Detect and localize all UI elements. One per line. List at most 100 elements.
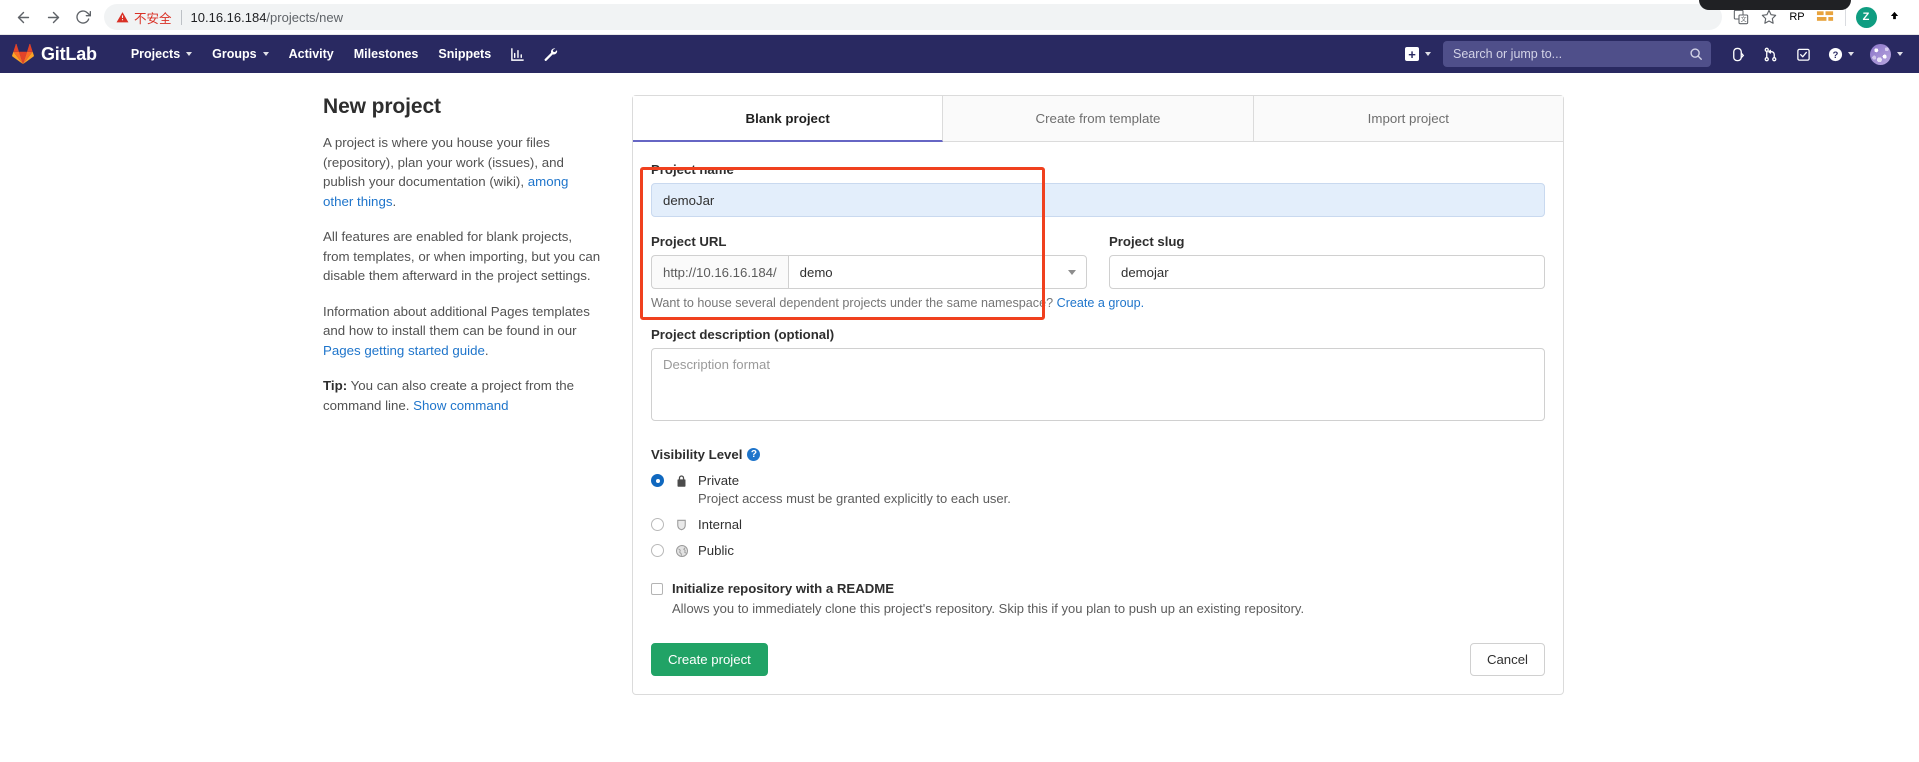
- visibility-private-row: Private: [651, 473, 1545, 488]
- project-name-input[interactable]: [651, 183, 1545, 217]
- admin-wrench-icon[interactable]: [534, 39, 567, 70]
- insecure-warning-icon: [116, 11, 129, 24]
- tab-blank-project[interactable]: Blank project: [633, 96, 944, 142]
- url-host: 10.16.16.184: [190, 9, 267, 25]
- gitlab-tanuki-logo-icon: [12, 43, 34, 65]
- nav-item-activity[interactable]: Activity: [279, 38, 344, 70]
- chevron-down-icon: [262, 52, 269, 56]
- extensions-divider: [1845, 8, 1846, 26]
- nav-item-milestones[interactable]: Milestones: [344, 38, 429, 70]
- search-input[interactable]: Search or jump to...: [1443, 41, 1711, 67]
- search-input-placeholder: Search or jump to...: [1453, 47, 1563, 61]
- lock-icon: [675, 474, 690, 488]
- radio-public[interactable]: [651, 544, 664, 557]
- form-actions: Create project Cancel: [651, 643, 1545, 676]
- nav-item-projects-label: Projects: [130, 47, 181, 61]
- user-menu-button[interactable]: [1862, 40, 1909, 69]
- chevron-down-icon: [1425, 52, 1431, 56]
- create-project-button[interactable]: Create project: [651, 643, 768, 676]
- url-path: /projects/new: [266, 9, 344, 25]
- initialize-readme-group: Initialize repository with a README Allo…: [651, 581, 1545, 616]
- question-mark-icon[interactable]: ?: [747, 448, 761, 461]
- analytics-chart-icon[interactable]: [501, 39, 534, 70]
- readme-description: Allows you to immediately clone this pro…: [672, 601, 1305, 616]
- visibility-internal-row: Internal: [651, 517, 1545, 532]
- pages-getting-started-guide-link[interactable]: Pages getting started guide: [323, 343, 485, 358]
- visibility-option-private[interactable]: Private Project access must be granted e…: [651, 473, 1545, 506]
- readme-checkbox-row[interactable]: Initialize repository with a README: [651, 581, 1545, 596]
- visibility-internal-name: Internal: [698, 517, 742, 532]
- project-url-prefix: http://10.16.16.184/: [651, 255, 788, 289]
- url-slug-row: Project URL http://10.16.16.184/ demo Pr…: [651, 234, 1545, 289]
- readme-checkbox[interactable]: [651, 582, 663, 595]
- gitlab-home-link[interactable]: GitLab: [12, 43, 97, 65]
- visibility-private-description: Project access must be granted explicitl…: [698, 491, 1011, 506]
- page-title: New project: [323, 95, 441, 118]
- updater-extension-icon[interactable]: [1881, 4, 1907, 30]
- insecure-warning-text: 不安全: [134, 11, 172, 26]
- help-menu-button[interactable]: ?: [1820, 41, 1862, 68]
- visibility-public-row: Public: [651, 543, 1545, 558]
- visibility-private-name: Private: [698, 473, 740, 488]
- page-content: New project A project is where you house…: [0, 73, 1919, 762]
- nav-item-snippets-label: Snippets: [438, 47, 492, 61]
- nav-item-groups[interactable]: Groups: [202, 38, 278, 70]
- project-type-tabs: Blank project Create from template Impor…: [633, 96, 1563, 142]
- radio-private[interactable]: [651, 474, 664, 487]
- nav-item-activity-label: Activity: [288, 47, 334, 61]
- show-command-link[interactable]: Show command: [413, 398, 508, 413]
- chevron-down-icon: [1897, 52, 1903, 56]
- nav-item-projects[interactable]: Projects: [121, 38, 202, 70]
- namespace-help-text-prefix: Want to house several dependent projects…: [651, 296, 1057, 310]
- project-url-group: Project URL http://10.16.16.184/ demo: [651, 234, 1087, 289]
- namespace-help-text: Want to house several dependent projects…: [651, 296, 1545, 310]
- create-new-button[interactable]: +: [1397, 41, 1439, 67]
- project-description-group: Project description (optional): [651, 327, 1545, 426]
- help-circle-icon: ?: [1828, 47, 1843, 61]
- search-icon: [1690, 48, 1702, 60]
- readme-label: Initialize repository with a README: [672, 581, 895, 596]
- project-slug-label: Project slug: [1109, 234, 1185, 249]
- reload-icon[interactable]: [68, 2, 98, 32]
- todos-icon[interactable]: [1787, 41, 1820, 68]
- address-bar-url: 10.16.16.184/projects/new: [191, 10, 344, 25]
- visibility-public-name: Public: [698, 543, 734, 558]
- gitlab-navbar-right: + Search or jump to... ?: [1397, 40, 1909, 69]
- create-a-group-link[interactable]: Create a group.: [1057, 296, 1145, 310]
- info-paragraph-2: All features are enabled for blank proje…: [323, 229, 601, 284]
- address-bar[interactable]: 不安全 10.16.16.184/projects/new: [104, 4, 1722, 30]
- cancel-button[interactable]: Cancel: [1469, 643, 1545, 676]
- gitlab-navbar: GitLab Projects Groups Activity Mileston…: [0, 35, 1919, 73]
- forward-arrow-icon[interactable]: [38, 2, 68, 32]
- project-namespace-select[interactable]: demo: [787, 255, 1087, 289]
- tip-label: Tip:: [323, 378, 348, 394]
- chevron-down-icon: [1068, 269, 1076, 275]
- info-p3-text-b: .: [484, 342, 489, 358]
- tab-create-from-template[interactable]: Create from template: [943, 96, 1254, 141]
- tab-import-project[interactable]: Import project: [1253, 96, 1563, 141]
- visibility-option-public[interactable]: Public: [651, 543, 1545, 558]
- visibility-option-internal[interactable]: Internal: [651, 517, 1545, 532]
- info-tip: Tip: You can also create a project from …: [323, 376, 602, 415]
- new-project-card: Blank project Create from template Impor…: [632, 95, 1564, 695]
- issues-icon[interactable]: [1721, 41, 1754, 68]
- project-slug-group: Project slug: [1109, 234, 1545, 289]
- svg-text:?: ?: [1833, 49, 1839, 59]
- project-namespace-value: demo: [799, 264, 833, 280]
- browser-popup-overlay: [1699, 0, 1851, 10]
- plus-icon: +: [1405, 47, 1419, 61]
- radio-internal[interactable]: [651, 518, 664, 531]
- nav-item-snippets[interactable]: Snippets: [428, 38, 501, 70]
- chevron-down-icon: [186, 52, 193, 56]
- profile-avatar-icon[interactable]: Z: [1853, 4, 1879, 30]
- info-paragraph-3: Information about additional Pages templ…: [323, 302, 602, 361]
- chevron-down-icon: [1848, 52, 1854, 56]
- project-slug-input[interactable]: [1109, 255, 1545, 289]
- info-paragraph-1: A project is where you house your files …: [323, 133, 602, 211]
- gitlab-brand-text: GitLab: [41, 43, 97, 64]
- visibility-level-label: Visibility Level: [651, 447, 743, 462]
- merge-requests-icon[interactable]: [1754, 41, 1787, 68]
- project-description-textarea[interactable]: [651, 348, 1545, 421]
- back-arrow-icon[interactable]: [8, 2, 38, 32]
- avatar: [1870, 43, 1891, 65]
